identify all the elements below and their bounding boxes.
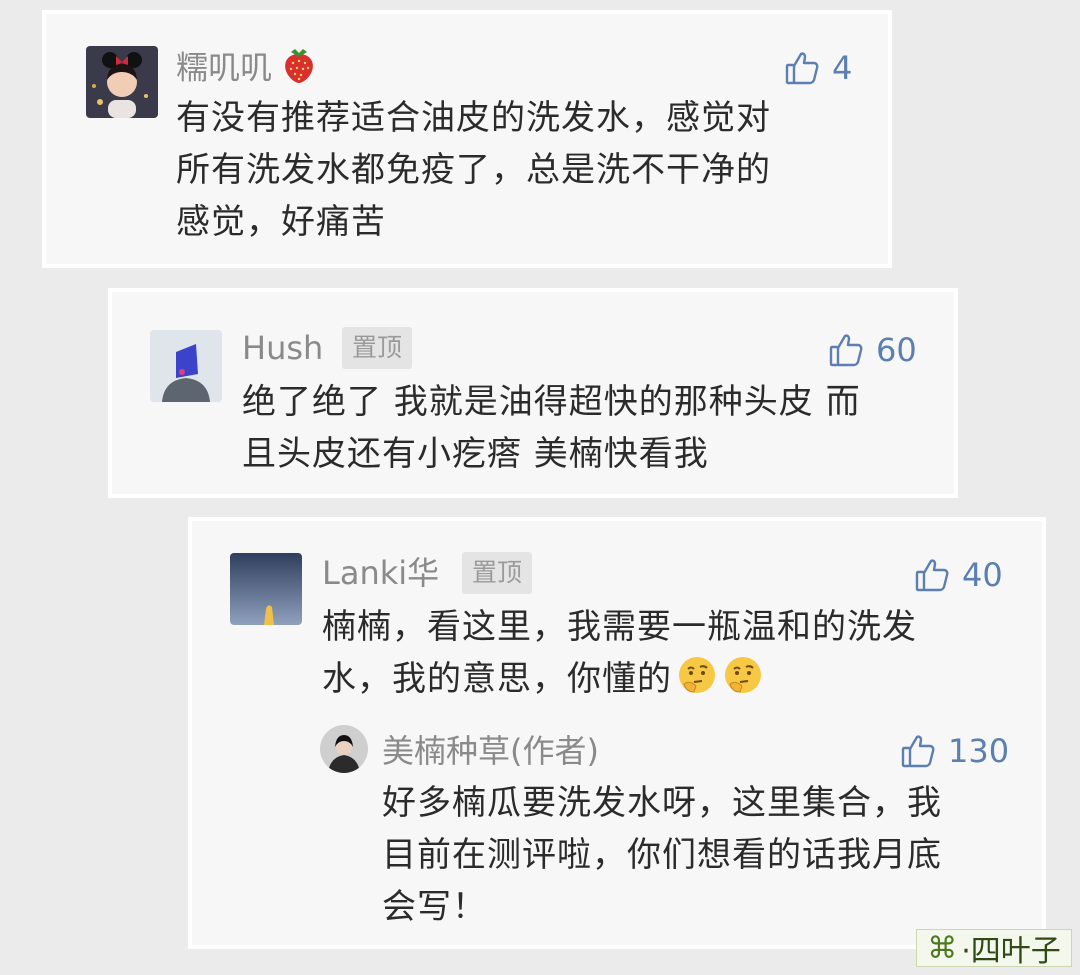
comment-text: 楠楠，看这里，我需要一瓶温和的洗发 水，我的意思，你懂的 bbox=[322, 601, 917, 711]
like-count: 60 bbox=[876, 331, 917, 369]
thumbs-up-icon bbox=[900, 733, 948, 769]
avatar[interactable] bbox=[150, 330, 222, 402]
reply-avatar[interactable] bbox=[320, 725, 368, 773]
pinned-badge: 置顶 bbox=[462, 552, 533, 594]
text-line: 好多楠瓜要洗发水呀，这里集合，我 bbox=[382, 783, 942, 823]
clover-icon: ⌘ bbox=[927, 930, 958, 966]
text-line: 会写！ bbox=[382, 887, 487, 927]
comment-text: 绝了绝了 我就是油得超快的那种头皮 而 且头皮还有小疙瘩 美楠快看我 bbox=[242, 376, 861, 480]
reply-text: 好多楠瓜要洗发水呀，这里集合，我 目前在测评啦，你们想看的话我月底 会写！ bbox=[382, 777, 942, 933]
comment-card: Hush 置顶 60 绝了绝了 我就是油得超快的那种头皮 而 且头皮还有小疙瘩 … bbox=[108, 288, 958, 498]
comment-card: Lanki华 置顶 40 楠楠，看这里，我需要一瓶温和的洗发 水，我的意思，你懂… bbox=[188, 517, 1046, 949]
comment-card: 糯叽叽 4 有没有推荐适合油皮的洗发水，感觉对 所有洗发水都免疫了，总是洗不干净… bbox=[42, 10, 892, 268]
username[interactable]: Hush bbox=[242, 328, 323, 368]
text-line: 绝了绝了 我就是油得超快的那种头皮 而 bbox=[242, 382, 861, 422]
pinned-badge: 置顶 bbox=[342, 327, 413, 369]
text-line: 所有洗发水都免疫了，总是洗不干净的 bbox=[176, 150, 771, 190]
reply-username[interactable]: 美楠种草(作者) bbox=[382, 731, 599, 771]
text-line: 有没有推荐适合油皮的洗发水，感觉对 bbox=[176, 98, 771, 138]
text-line: 楠楠，看这里，我需要一瓶温和的洗发 bbox=[322, 607, 917, 647]
text-line: 目前在测评啦，你们想看的话我月底 bbox=[382, 835, 942, 875]
text-line-with-emoji: 水，我的意思，你懂的 bbox=[322, 653, 917, 711]
thumbs-up-icon bbox=[784, 50, 832, 86]
text-line: 水，我的意思，你懂的 bbox=[322, 659, 672, 699]
avatar[interactable] bbox=[86, 46, 158, 118]
watermark-text: ·四叶子 bbox=[961, 934, 1061, 969]
strawberry-icon bbox=[282, 46, 316, 93]
like-count: 40 bbox=[962, 556, 1003, 594]
thinking-emoji-icon bbox=[676, 654, 718, 711]
like-count: 4 bbox=[832, 49, 853, 87]
thinking-emoji-icon bbox=[722, 654, 764, 711]
thumbs-up-icon bbox=[828, 332, 876, 368]
text-line: 且头皮还有小疙瘩 美楠快看我 bbox=[242, 434, 709, 474]
like-button[interactable]: 130 bbox=[900, 731, 1009, 771]
thumbs-up-icon bbox=[914, 557, 962, 593]
like-button[interactable]: 4 bbox=[784, 48, 852, 88]
comment-text: 有没有推荐适合油皮的洗发水，感觉对 所有洗发水都免疫了，总是洗不干净的 感觉，好… bbox=[176, 92, 771, 248]
like-button[interactable]: 40 bbox=[914, 555, 1003, 595]
watermark: ⌘ ·四叶子 bbox=[916, 929, 1072, 969]
text-line: 感觉，好痛苦 bbox=[176, 202, 386, 242]
like-button[interactable]: 60 bbox=[828, 330, 917, 370]
like-count: 130 bbox=[948, 732, 1010, 770]
username[interactable]: 糯叽叽 bbox=[176, 46, 316, 93]
avatar[interactable] bbox=[230, 553, 302, 625]
username[interactable]: Lanki华 bbox=[322, 553, 439, 593]
